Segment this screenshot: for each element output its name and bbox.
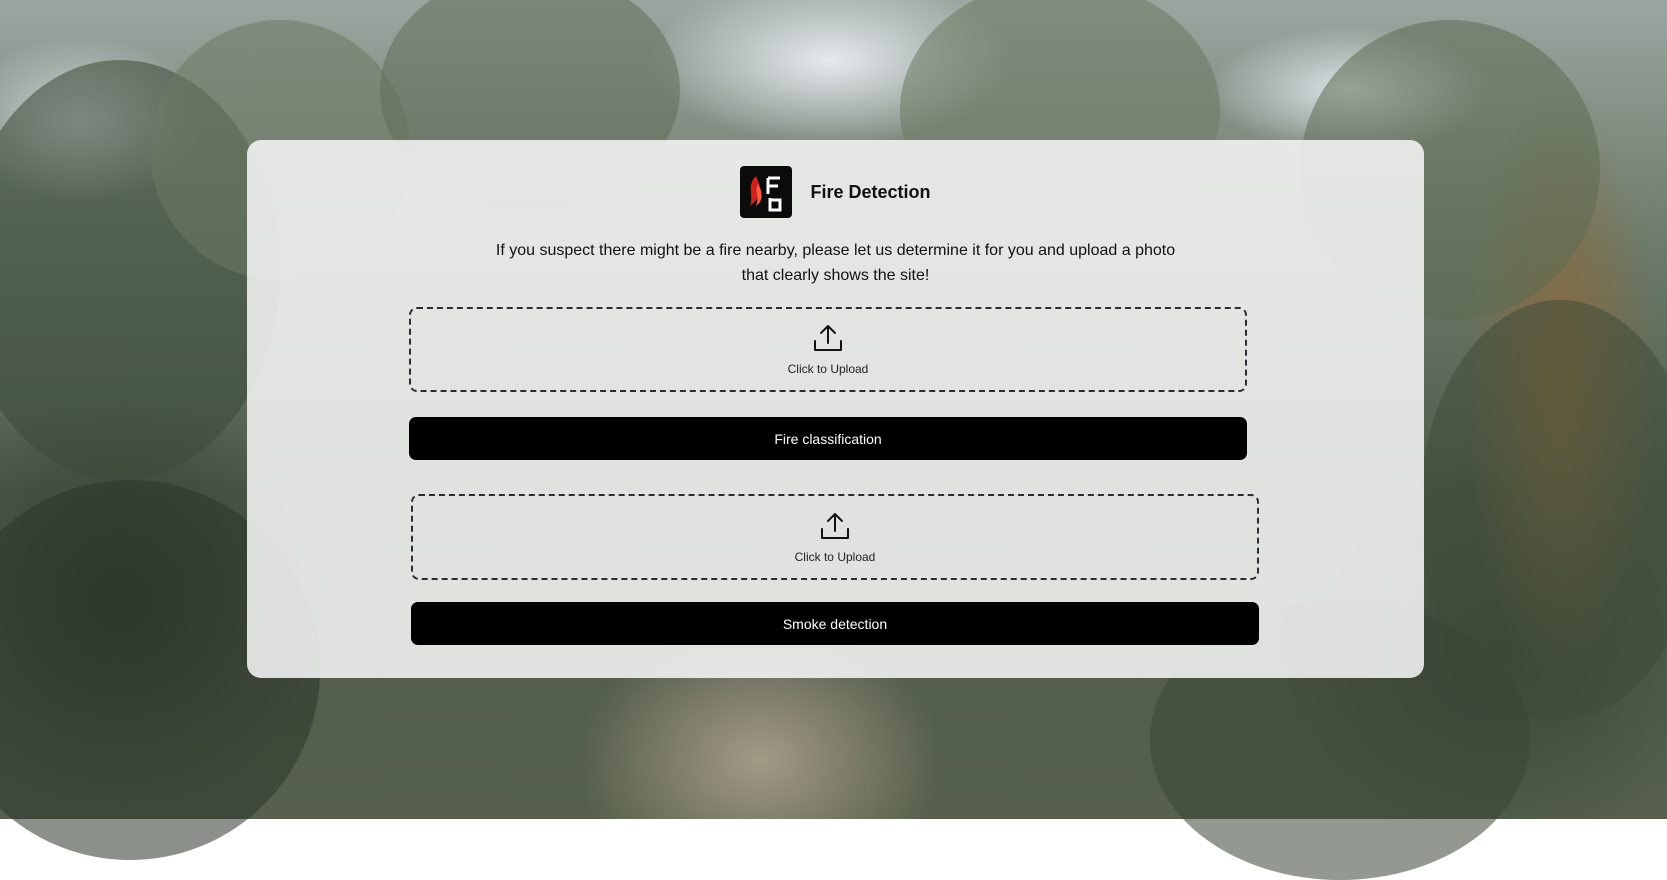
upload-icon <box>820 511 850 546</box>
smoke-detection-button[interactable]: Smoke detection <box>411 602 1259 645</box>
page-title: Fire Detection <box>810 181 931 202</box>
smoke-upload-label: Click to Upload <box>794 549 876 564</box>
upload-card: Fire Detection If you suspect there migh… <box>247 140 1424 678</box>
instructions-line-1: If you suspect there might be a fire nea… <box>495 242 1176 259</box>
fire-classification-button[interactable]: Fire classification <box>409 417 1247 460</box>
fire-upload-dropzone[interactable]: Click to Upload <box>409 307 1247 392</box>
header: Fire Detection <box>247 166 1424 218</box>
instructions-text: If you suspect there might be a fire nea… <box>247 238 1424 288</box>
upload-icon <box>813 323 843 358</box>
smoke-upload-dropzone[interactable]: Click to Upload <box>411 494 1259 580</box>
fire-detection-logo-icon <box>740 166 793 218</box>
fire-upload-label: Click to Upload <box>787 362 869 376</box>
instructions-line-2: that clearly shows the site! <box>741 267 930 284</box>
